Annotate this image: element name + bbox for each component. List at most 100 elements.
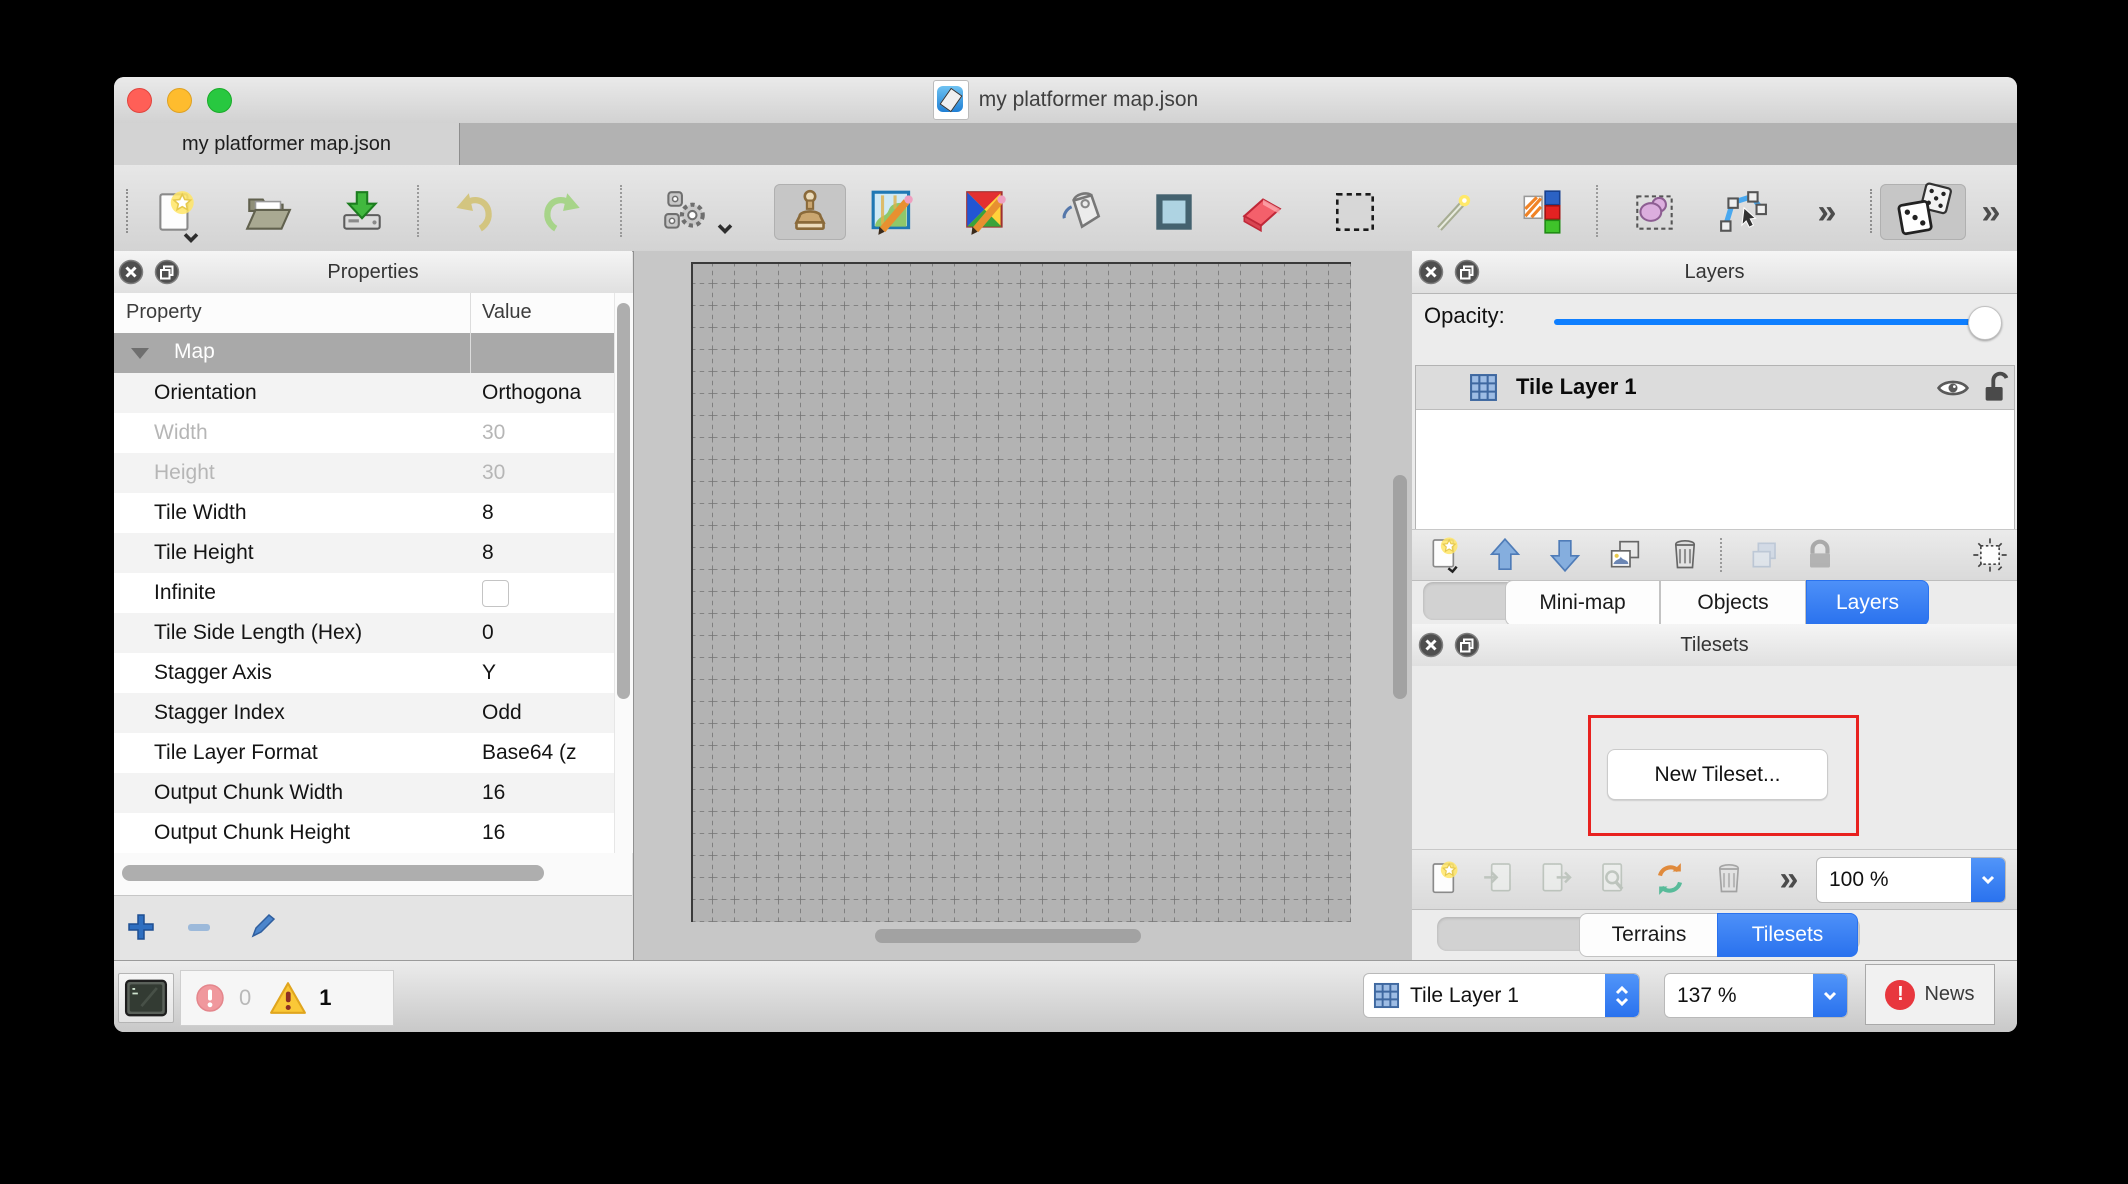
edit-property-icon[interactable] [247,912,277,942]
shape-fill-tool[interactable] [1142,184,1206,240]
toolbar-drag-handle[interactable] [1870,189,1872,233]
combo-dropdown-cap[interactable] [1813,974,1847,1017]
tab-tilesets[interactable]: Tilesets [1717,913,1858,957]
console-icon [124,979,168,1017]
select-objects-tool[interactable] [1623,184,1687,240]
stamp-brush-tool[interactable] [774,184,846,240]
open-file-button[interactable] [236,184,300,240]
save-file-button[interactable] [330,184,394,240]
highlight-other-layers-button[interactable] [1739,533,1791,577]
infinite-checkbox[interactable] [482,580,509,607]
table-row[interactable]: Height30 [114,453,614,493]
scrollbar-corner [614,853,632,895]
tileset-zoom-combobox[interactable]: 100 % [1816,857,2006,903]
table-row[interactable]: Tile Width8 [114,493,614,533]
magic-wand-tool[interactable] [1422,184,1486,240]
opacity-slider[interactable] [1554,319,1998,325]
remove-property-icon[interactable] [184,912,214,942]
eraser-icon [1237,187,1287,237]
scrollbar-thumb[interactable] [122,865,544,881]
lower-layer-button[interactable] [1539,533,1591,577]
new-layer-icon [1425,535,1465,575]
table-row[interactable]: Stagger AxisY [114,653,614,693]
commands-chevron-icon[interactable] [716,223,734,235]
table-row[interactable]: Stagger IndexOdd [114,693,614,733]
raise-layer-button[interactable] [1479,533,1531,577]
toolbar-drag-handle[interactable] [126,189,128,233]
news-button[interactable]: ! News [1865,964,1995,1025]
map-canvas[interactable] [633,251,1413,960]
toolbar-overflow-button[interactable]: » [1959,184,2017,240]
table-row[interactable]: Output Chunk Width16 [114,773,614,813]
horizontal-scrollbar[interactable] [114,853,614,895]
opacity-slider-handle[interactable] [1968,306,2002,340]
close-window-button[interactable] [127,88,152,113]
tab-objects[interactable]: Objects [1660,580,1806,626]
tileset-toolbar-overflow[interactable]: » [1763,857,1815,901]
content-area: Properties Property Value Map Orientatio… [114,251,2017,960]
combo-dropdown-cap[interactable] [1971,858,2005,902]
scrollbar-thumb[interactable] [617,303,630,699]
new-layer-button[interactable] [1419,533,1471,577]
issues-counter[interactable]: 0 1 [180,970,394,1026]
bucket-fill-tool[interactable] [1049,184,1113,240]
add-property-icon[interactable] [126,912,156,942]
unlocked-icon[interactable] [1978,369,2012,405]
tile-layer-icon [1373,982,1400,1009]
visibility-eye-icon[interactable] [1935,370,1971,406]
combo-stepper-cap[interactable] [1605,974,1639,1017]
document-tab[interactable]: my platformer map.json [114,123,460,165]
minimize-window-button[interactable] [167,88,192,113]
rectangular-select-tool[interactable] [1323,184,1387,240]
layer-row-selected[interactable]: Tile Layer 1 [1416,366,2014,410]
zoom-window-button[interactable] [207,88,232,113]
eraser-tool[interactable] [1230,184,1294,240]
table-row[interactable]: Tile Side Length (Hex)0 [114,613,614,653]
tools-overflow-button[interactable]: » [1795,184,1859,240]
tab-mini-map[interactable]: Mini-map [1505,580,1660,626]
vertical-scrollbar[interactable] [614,293,633,853]
edit-tileset-button[interactable] [1587,857,1639,901]
panel-title: Tilesets [1412,624,2017,666]
remove-layer-button[interactable] [1659,533,1711,577]
terrain-brush-tool[interactable] [862,184,926,240]
wang-brush-tool[interactable] [955,184,1019,240]
reload-tileset-button[interactable] [1644,857,1696,901]
table-row[interactable]: Tile Height8 [114,533,614,573]
edit-polygons-tool[interactable] [1711,184,1775,240]
table-row[interactable]: Infinite [114,573,614,613]
zoom-level-combobox[interactable]: 137 % [1664,973,1848,1018]
random-mode-toggle[interactable] [1880,184,1966,240]
table-row[interactable]: Tile Layer FormatBase64 (z [114,733,614,773]
tab-layers[interactable]: Layers [1806,580,1929,626]
redo-button[interactable] [530,184,594,240]
undo-button[interactable] [442,184,506,240]
new-tileset-button[interactable]: New Tileset... [1607,749,1828,800]
table-header: Property Value [114,293,614,334]
table-row[interactable]: Width30 [114,413,614,453]
table-row[interactable]: OrientationOrthogona [114,373,614,413]
properties-panel: Properties Property Value Map Orientatio… [114,251,632,960]
status-bar: 0 1 Tile Layer 1 137 % ! News [114,960,2017,1032]
table-row[interactable]: Output Chunk Height16 [114,813,614,853]
new-map-chevron-icon[interactable] [182,232,200,244]
lock-layer-button[interactable] [1794,533,1846,577]
console-button[interactable] [118,973,174,1023]
map-grid[interactable] [691,262,1351,922]
current-layer-combobox[interactable]: Tile Layer 1 [1363,973,1640,1018]
remove-tileset-button[interactable] [1703,857,1755,901]
duplicate-layer-button[interactable] [1599,533,1651,577]
layer-list[interactable]: Tile Layer 1 [1415,365,2015,531]
edit-tileset-icon [1593,859,1633,899]
new-tileset-toolbar-button[interactable] [1419,857,1471,901]
highlight-current-layer-button[interactable] [1964,533,2016,577]
canvas-horizontal-scrollbar[interactable] [875,929,1141,943]
export-tileset-button[interactable] [1529,857,1581,901]
canvas-vertical-scrollbar[interactable] [1393,475,1407,699]
embed-tileset-button[interactable] [1474,857,1526,901]
tab-terrains[interactable]: Terrains [1579,913,1719,957]
select-same-tile-tool[interactable] [1510,184,1574,240]
commands-button[interactable] [652,184,716,240]
map-group-row[interactable]: Map [114,333,614,373]
collapse-triangle-icon[interactable] [131,348,149,359]
